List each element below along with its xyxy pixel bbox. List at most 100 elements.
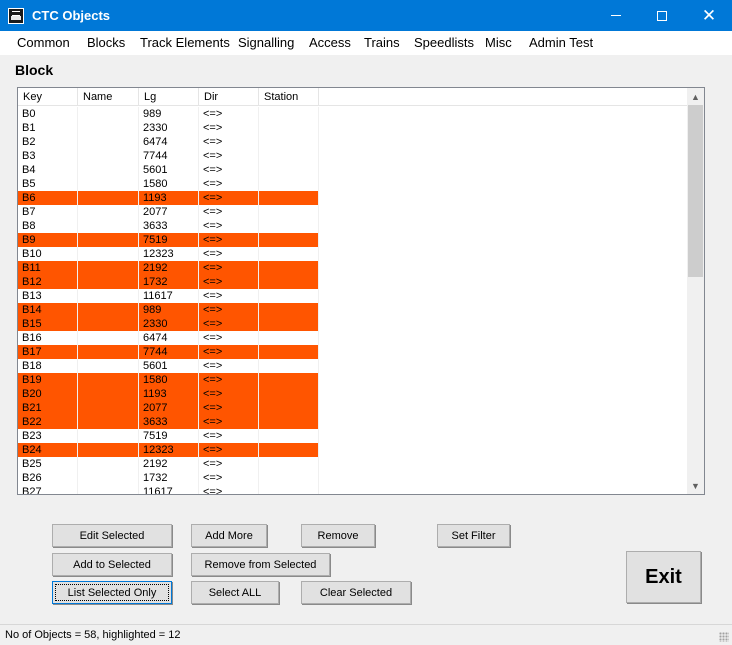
- cell-station: [259, 317, 319, 331]
- table-row[interactable]: B27 11617 <=>: [18, 485, 687, 494]
- cell-name: [78, 471, 139, 485]
- app-icon[interactable]: [8, 8, 24, 24]
- table-row[interactable]: B8 3633 <=>: [18, 219, 687, 233]
- menu-admin-test[interactable]: Admin Test: [529, 35, 593, 50]
- table-row[interactable]: B23 7519 <=>: [18, 429, 687, 443]
- menu-trains[interactable]: Trains: [364, 35, 400, 50]
- cell-name: [78, 387, 139, 401]
- menu-blocks[interactable]: Blocks: [87, 35, 125, 50]
- edit-selected-button[interactable]: Edit Selected: [52, 524, 172, 547]
- cell-station: [259, 191, 319, 205]
- cell-lg: 989: [139, 303, 199, 317]
- table-row[interactable]: B17 7744 <=>: [18, 345, 687, 359]
- resize-grip-icon[interactable]: [719, 632, 729, 642]
- column-header-key[interactable]: Key: [18, 88, 78, 106]
- table-row[interactable]: B2 6474 <=>: [18, 135, 687, 149]
- cell-name: [78, 303, 139, 317]
- table-row[interactable]: B0 989 <=>: [18, 107, 687, 121]
- cell-lg: 3633: [139, 415, 199, 429]
- cell-name: [78, 289, 139, 303]
- table-row[interactable]: B6 1193 <=>: [18, 191, 687, 205]
- cell-key: B13: [18, 289, 78, 303]
- cell-name: [78, 317, 139, 331]
- table-row[interactable]: B12 1732 <=>: [18, 275, 687, 289]
- add-to-selected-button[interactable]: Add to Selected: [52, 553, 172, 576]
- menu-common[interactable]: Common: [17, 35, 70, 50]
- set-filter-button[interactable]: Set Filter: [437, 524, 510, 547]
- close-button[interactable]: ✕: [686, 0, 732, 31]
- column-header-station[interactable]: Station: [259, 88, 319, 106]
- table-row[interactable]: B22 3633 <=>: [18, 415, 687, 429]
- cell-station: [259, 205, 319, 219]
- table-row[interactable]: B4 5601 <=>: [18, 163, 687, 177]
- table-row[interactable]: B3 7744 <=>: [18, 149, 687, 163]
- cell-lg: 7744: [139, 149, 199, 163]
- minimize-button[interactable]: [593, 0, 639, 31]
- cell-name: [78, 191, 139, 205]
- menu-speedlists[interactable]: Speedlists: [414, 35, 474, 50]
- cell-station: [259, 331, 319, 345]
- table-row[interactable]: B5 1580 <=>: [18, 177, 687, 191]
- table-row[interactable]: B20 1193 <=>: [18, 387, 687, 401]
- table-row[interactable]: B7 2077 <=>: [18, 205, 687, 219]
- cell-lg: 7519: [139, 429, 199, 443]
- menu-signalling[interactable]: Signalling: [238, 35, 294, 50]
- cell-name: [78, 233, 139, 247]
- menu-access[interactable]: Access: [309, 35, 351, 50]
- clear-selected-button[interactable]: Clear Selected: [301, 581, 411, 604]
- table-row[interactable]: B9 7519 <=>: [18, 233, 687, 247]
- title-bar: CTC Objects ✕: [0, 0, 732, 31]
- table-row[interactable]: B18 5601 <=>: [18, 359, 687, 373]
- menu-misc[interactable]: Misc: [485, 35, 512, 50]
- cell-dir: <=>: [199, 485, 259, 494]
- table-row[interactable]: B26 1732 <=>: [18, 471, 687, 485]
- cell-key: B9: [18, 233, 78, 247]
- cell-lg: 3633: [139, 219, 199, 233]
- cell-key: B19: [18, 373, 78, 387]
- add-more-button[interactable]: Add More: [191, 524, 267, 547]
- maximize-button[interactable]: [639, 0, 685, 31]
- cell-station: [259, 219, 319, 233]
- vertical-scrollbar[interactable]: ▲ ▼: [687, 88, 704, 494]
- table-row[interactable]: B21 2077 <=>: [18, 401, 687, 415]
- cell-name: [78, 373, 139, 387]
- menu-track-elements[interactable]: Track Elements: [140, 35, 230, 50]
- cell-lg: 5601: [139, 163, 199, 177]
- table-row[interactable]: B19 1580 <=>: [18, 373, 687, 387]
- cell-name: [78, 219, 139, 233]
- scroll-down-icon[interactable]: ▼: [687, 477, 704, 494]
- table-row[interactable]: B25 2192 <=>: [18, 457, 687, 471]
- cell-key: B7: [18, 205, 78, 219]
- column-header-dir[interactable]: Dir: [199, 88, 259, 106]
- table-row[interactable]: B24 12323 <=>: [18, 443, 687, 457]
- table-row[interactable]: B1 2330 <=>: [18, 121, 687, 135]
- column-header-lg[interactable]: Lg: [139, 88, 199, 106]
- cell-station: [259, 247, 319, 261]
- table-row[interactable]: B16 6474 <=>: [18, 331, 687, 345]
- column-header-name[interactable]: Name: [78, 88, 139, 106]
- section-label: Block: [15, 62, 54, 78]
- table-row[interactable]: B14 989 <=>: [18, 303, 687, 317]
- scroll-up-icon[interactable]: ▲: [687, 88, 704, 105]
- cell-key: B24: [18, 443, 78, 457]
- cell-dir: <=>: [199, 443, 259, 457]
- scroll-thumb[interactable]: [688, 105, 703, 277]
- table-row[interactable]: B11 2192 <=>: [18, 261, 687, 275]
- table-row[interactable]: B15 2330 <=>: [18, 317, 687, 331]
- cell-name: [78, 177, 139, 191]
- cell-key: B3: [18, 149, 78, 163]
- table-row[interactable]: B10 12323 <=>: [18, 247, 687, 261]
- table-row[interactable]: B13 11617 <=>: [18, 289, 687, 303]
- exit-button[interactable]: Exit: [626, 551, 701, 603]
- cell-key: B8: [18, 219, 78, 233]
- cell-lg: 2077: [139, 401, 199, 415]
- remove-from-selected-button[interactable]: Remove from Selected: [191, 553, 330, 576]
- list-selected-only-button[interactable]: List Selected Only: [52, 581, 172, 604]
- minimize-icon: [611, 15, 621, 16]
- cell-lg: 2330: [139, 121, 199, 135]
- remove-button[interactable]: Remove: [301, 524, 375, 547]
- close-icon: ✕: [701, 6, 717, 25]
- cell-lg: 1193: [139, 191, 199, 205]
- select-all-button[interactable]: Select ALL: [191, 581, 279, 604]
- object-list[interactable]: Key Name Lg Dir Station B0 989 <=> B1 2330 <=…: [17, 87, 705, 495]
